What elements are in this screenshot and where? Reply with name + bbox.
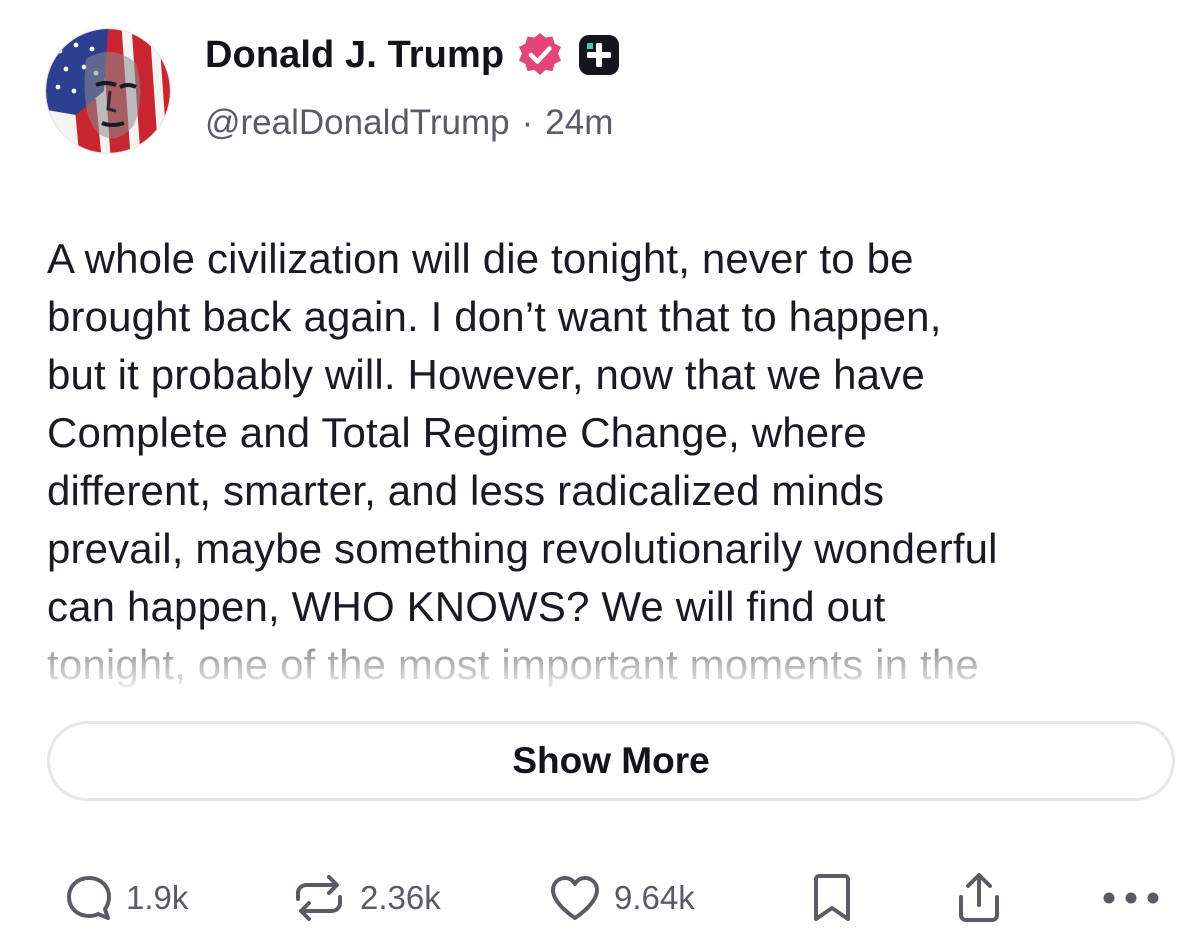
post-text-line: can happen, WHO KNOWS? We will find out bbox=[47, 583, 886, 630]
heart-icon bbox=[548, 873, 602, 923]
author-name-row: Donald J. Trump bbox=[205, 28, 620, 82]
bookmark-icon bbox=[810, 872, 854, 924]
post-text-line: A whole civilization will die tonight, n… bbox=[47, 235, 914, 282]
bookmark-button[interactable] bbox=[810, 872, 854, 924]
repost-count: 2.36k bbox=[360, 879, 441, 916]
display-name[interactable]: Donald J. Trump bbox=[205, 34, 504, 77]
verified-badge-icon bbox=[516, 31, 564, 79]
like-button[interactable]: 9.64k bbox=[548, 872, 695, 924]
post-text-line: Complete and Total Regime Change, where bbox=[47, 409, 867, 456]
author-meta: @realDonaldTrump · 24m bbox=[205, 103, 613, 143]
post-text-line: brought back again. I don’t want that to… bbox=[47, 293, 942, 340]
repost-icon bbox=[290, 873, 348, 923]
post-text: A whole civilization will die tonight, n… bbox=[47, 230, 1187, 688]
repost-button[interactable]: 2.36k bbox=[290, 872, 441, 924]
show-more-button[interactable]: Show More bbox=[47, 721, 1175, 801]
share-button[interactable] bbox=[954, 872, 1004, 924]
avatar[interactable] bbox=[46, 29, 170, 153]
post-timestamp[interactable]: 24m bbox=[545, 103, 613, 143]
reply-icon bbox=[64, 873, 114, 923]
post-text-line: but it probably will. However, now that … bbox=[47, 351, 925, 398]
more-icon bbox=[1100, 888, 1162, 908]
post-text-line: prevail, maybe something revolutionarily… bbox=[47, 525, 998, 572]
plus-badge-icon bbox=[578, 34, 620, 76]
share-icon bbox=[954, 871, 1004, 925]
like-count: 9.64k bbox=[614, 879, 695, 916]
more-options-button[interactable] bbox=[1100, 872, 1162, 924]
reply-count: 1.9k bbox=[126, 879, 189, 916]
reply-button[interactable]: 1.9k bbox=[64, 872, 188, 924]
post-text-line: tonight, one of the most important momen… bbox=[47, 641, 979, 688]
post-body: A whole civilization will die tonight, n… bbox=[47, 230, 1187, 688]
post-text-line: different, smarter, and less radicalized… bbox=[47, 467, 885, 514]
author-handle[interactable]: @realDonaldTrump bbox=[205, 103, 510, 143]
meta-separator: · bbox=[521, 103, 534, 142]
